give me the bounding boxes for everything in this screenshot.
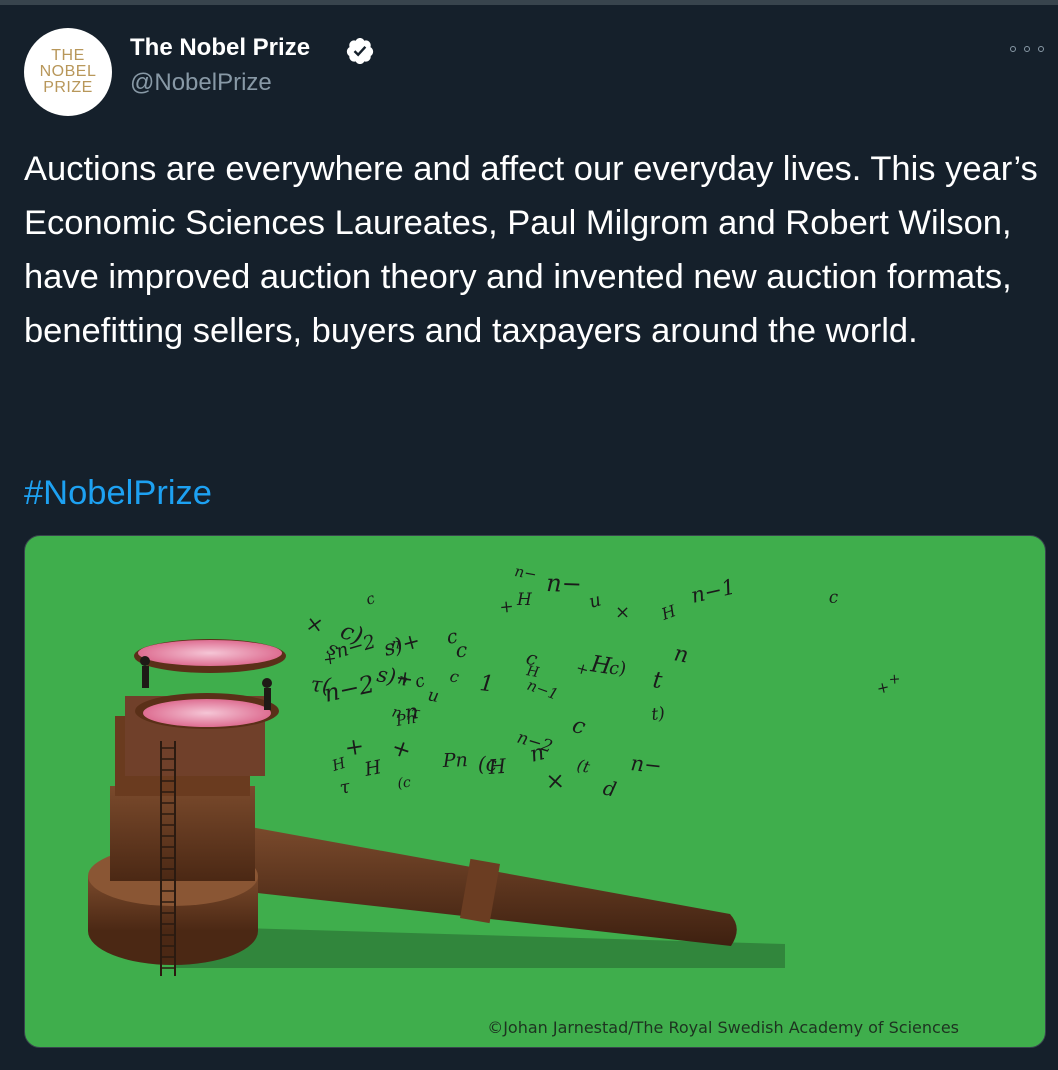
dot-icon <box>1010 46 1016 52</box>
math-symbol: n−2 <box>515 728 555 758</box>
avatar-line-2: NOBEL <box>39 63 97 80</box>
hashtag-link[interactable]: #NobelPrize <box>24 466 212 520</box>
math-symbol: c <box>569 713 588 741</box>
verified-badge-icon <box>346 38 374 64</box>
math-symbol: n−1 <box>525 676 561 704</box>
math-symbol: Pn <box>441 749 468 772</box>
tweet: THE NOBEL PRIZE The Nobel Prize @NobelPr… <box>0 5 1058 1070</box>
math-symbol: n <box>672 641 691 668</box>
math-symbol: 1 <box>478 671 495 697</box>
math-symbol: s)+ <box>381 628 423 661</box>
math-symbol: n <box>391 636 401 653</box>
dot-icon <box>1038 46 1044 52</box>
dot-icon <box>1024 46 1030 52</box>
math-symbol: × <box>304 611 325 637</box>
avatar-line-3: PRIZE <box>43 79 93 96</box>
math-symbol: (t <box>575 755 592 776</box>
math-symbol: u <box>587 589 604 612</box>
math-symbol: t) <box>650 704 665 725</box>
math-symbol: s)+ <box>375 662 415 691</box>
math-symbol: × <box>545 768 566 795</box>
gavel-illustration: Pnnuccc)n−2nτcnH1n−2τ(c)Pns)++ n−+s)+(cn−… <box>88 562 901 976</box>
math-symbol: n−1 <box>689 574 738 607</box>
math-symbol: t <box>651 667 664 694</box>
math-symbol: H <box>362 756 384 781</box>
avatar[interactable]: THE NOBEL PRIZE <box>24 28 112 116</box>
math-symbol: c <box>448 666 460 686</box>
math-symbol: n− <box>546 569 583 598</box>
math-symbol: n− <box>513 562 538 584</box>
math-symbol: τ <box>338 776 353 799</box>
math-symbol: c <box>363 589 377 609</box>
math-symbol: + <box>888 671 901 688</box>
math-symbol: H <box>487 754 508 779</box>
tweet-text: Auctions are everywhere and affect our e… <box>24 150 1038 350</box>
math-symbol: + <box>388 734 415 765</box>
math-symbol: × <box>615 602 630 623</box>
math-symbol: τ <box>409 702 422 722</box>
image-credit: ©Johan Jarnestad/The Royal Swedish Acade… <box>487 1018 959 1037</box>
avatar-line-1: THE <box>51 47 85 64</box>
math-symbol: u <box>426 685 441 707</box>
math-symbol: c <box>828 587 839 607</box>
math-symbol: τ( <box>309 672 332 698</box>
math-symbol: c <box>412 671 428 693</box>
math-symbol: H <box>658 601 680 624</box>
math-symbol: d <box>601 775 619 801</box>
math-symbol: + <box>498 597 514 618</box>
display-name[interactable]: The Nobel Prize <box>130 32 310 64</box>
math-symbol: H <box>516 590 533 610</box>
tweet-media-image[interactable]: Pn n u c c c) n−2 n τ c n H 1 n−2 τ(c) Pn s)+ + n− + s)+ (c n−… <box>24 535 1046 1048</box>
math-symbol: n− <box>629 751 662 778</box>
handle[interactable]: @NobelPrize <box>130 67 272 99</box>
math-symbol: c <box>456 638 468 662</box>
math-symbol: + <box>343 733 366 762</box>
more-options-button[interactable] <box>1010 39 1044 59</box>
math-symbol: (c <box>397 775 412 792</box>
